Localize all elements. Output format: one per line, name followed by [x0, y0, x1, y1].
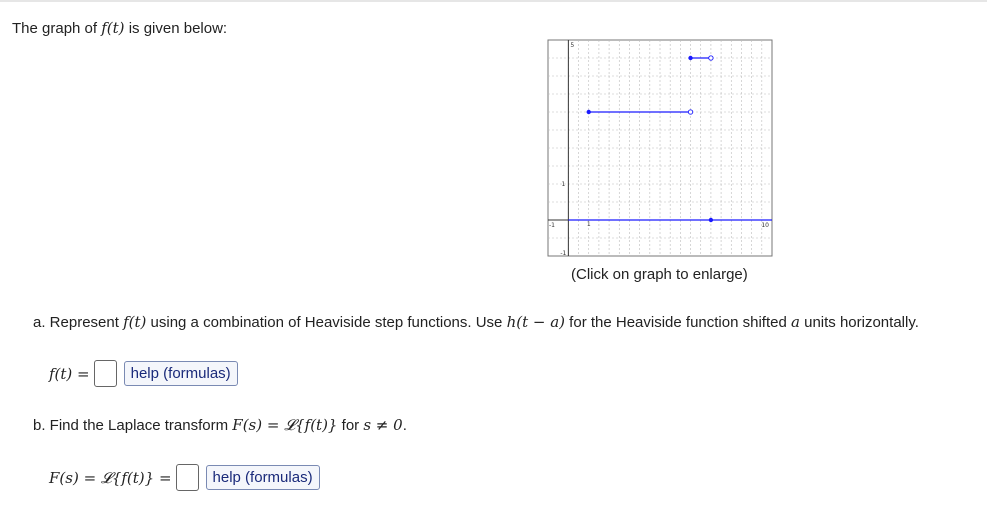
function-graph[interactable]: 5 1 -1 -1 1 10 — [537, 38, 777, 266]
part-a-question: a. Represent f(t) using a combination of… — [33, 313, 919, 331]
open-endpoint — [687, 109, 694, 115]
tick-label-x-neg: -1 — [549, 222, 555, 229]
enlarge-caption[interactable]: (Click on graph to enlarge) — [571, 266, 748, 283]
closed-endpoint — [586, 109, 591, 115]
tick-label-x-max: 10 — [761, 222, 769, 229]
help-formulas-b-button[interactable]: help (formulas) — [205, 465, 320, 490]
help-formulas-a-button[interactable]: help (formulas) — [123, 361, 238, 386]
answer-a-label: f(t) = — [49, 364, 90, 383]
top-divider — [0, 0, 987, 2]
closed-endpoint — [688, 55, 693, 61]
tick-label-y-max: 5 — [570, 42, 574, 49]
tick-label-x-1: 1 — [587, 221, 591, 228]
answer-b-row: F(s) = 𝓛{f(t)} = help (formulas) — [49, 464, 320, 491]
tick-label-y-neg: -1 — [560, 250, 566, 257]
closed-point — [708, 217, 714, 223]
part-b-question: b. Find the Laplace transform F(s) = 𝓛{f… — [33, 416, 407, 434]
intro-func: f(t) — [101, 19, 125, 37]
answer-a-input[interactable] — [93, 360, 117, 387]
answer-a-row: f(t) = help (formulas) — [49, 360, 238, 387]
tick-label-y-1: 1 — [562, 181, 566, 188]
open-endpoint — [708, 55, 714, 61]
intro-text: The graph of f(t) is given below: — [12, 19, 228, 37]
answer-b-input[interactable] — [175, 464, 199, 491]
answer-b-label: F(s) = 𝓛{f(t)} = — [49, 468, 172, 487]
